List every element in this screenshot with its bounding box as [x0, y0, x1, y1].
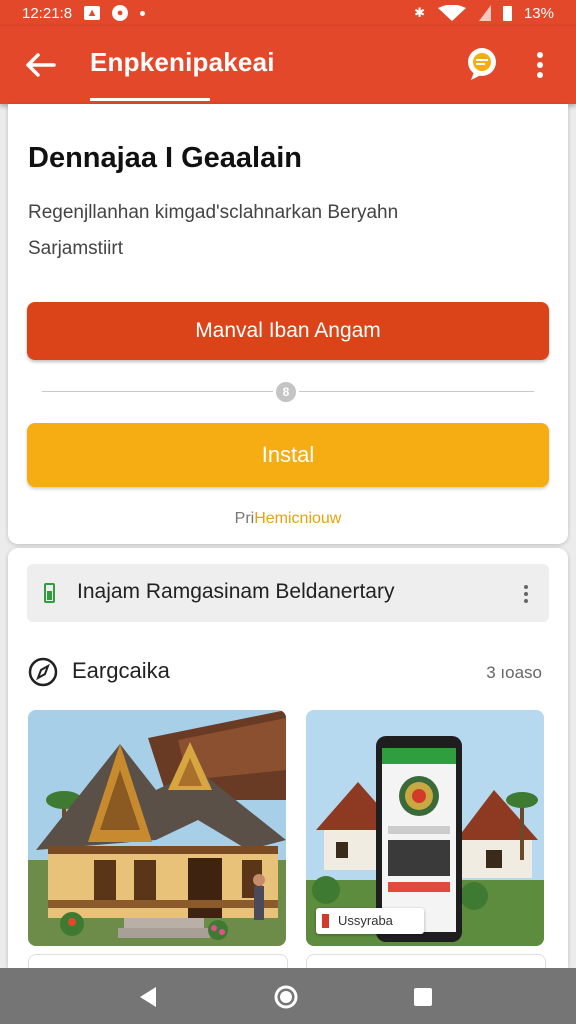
phone-app-photo[interactable]: Ussyraba [306, 710, 544, 946]
wifi-icon [437, 5, 466, 21]
status-time: 12:21:8 [22, 4, 73, 22]
divider-badge: 8 [273, 379, 299, 405]
house-illustration [28, 710, 286, 946]
app-title: Enpkenipakeai [90, 47, 275, 77]
app-bar: Enpkenipakeai [0, 26, 576, 104]
page-heading: Dennajaa I Geaalain [28, 142, 303, 174]
list-card: Inajam Ramgasinam Beldanertary Eargcaika… [8, 548, 568, 968]
dot-icon [140, 10, 146, 16]
more-options-button[interactable] [526, 46, 554, 84]
battery-level: 13% [523, 4, 554, 22]
section-count[interactable]: 3 ıoaso [486, 663, 542, 683]
chip-icon [322, 914, 329, 928]
compass-icon [28, 657, 58, 687]
traditional-house-photo[interactable] [28, 710, 286, 946]
footnote-accent: Hemicniouw [254, 510, 342, 527]
install-button[interactable]: Instal [27, 423, 549, 487]
footnote-link[interactable]: PriHemicniouw [8, 510, 568, 528]
phone-battery-icon [44, 583, 55, 603]
arrow-left-icon [26, 53, 56, 77]
chat-button[interactable] [462, 44, 502, 84]
signal-icon [478, 5, 491, 21]
navigation-bar [0, 968, 576, 1024]
banner-more-icon[interactable] [519, 582, 533, 606]
nav-recent-icon[interactable] [412, 986, 434, 1008]
description-line-2: Sarjamstiirt [28, 238, 124, 259]
phone-chip-label: Ussyraba [338, 913, 393, 928]
main-card: Dennajaa I Geaalain Regenjllanhan kimgad… [8, 104, 568, 544]
section-title: Eargcaika [72, 658, 170, 683]
photo-icon: ▲ [84, 6, 101, 20]
pocket-icon: ● [112, 5, 129, 21]
battery-icon [502, 5, 512, 21]
primary-action-button[interactable]: Manval Iban Angam [27, 302, 549, 360]
chat-bubble-icon [468, 48, 496, 80]
banner-label: Inajam Ramgasinam Beldanertary [77, 580, 395, 603]
back-button[interactable] [22, 46, 60, 84]
description-line-1: Regenjllanhan kimgad'sclahnarkan Beryahn [28, 202, 399, 223]
phone-chip: Ussyraba [316, 908, 424, 934]
footnote-prefix: Pri [234, 510, 255, 527]
nav-back-icon[interactable] [136, 984, 162, 1010]
status-bar: 12:21:8 ▲ ● ✱ 13% [0, 0, 576, 26]
nav-home-icon[interactable] [273, 984, 299, 1010]
more-vertical-icon [537, 52, 543, 78]
bluetooth-icon: ✱ [414, 5, 425, 20]
list-banner[interactable]: Inajam Ramgasinam Beldanertary [27, 564, 549, 622]
title-underline [90, 98, 210, 101]
